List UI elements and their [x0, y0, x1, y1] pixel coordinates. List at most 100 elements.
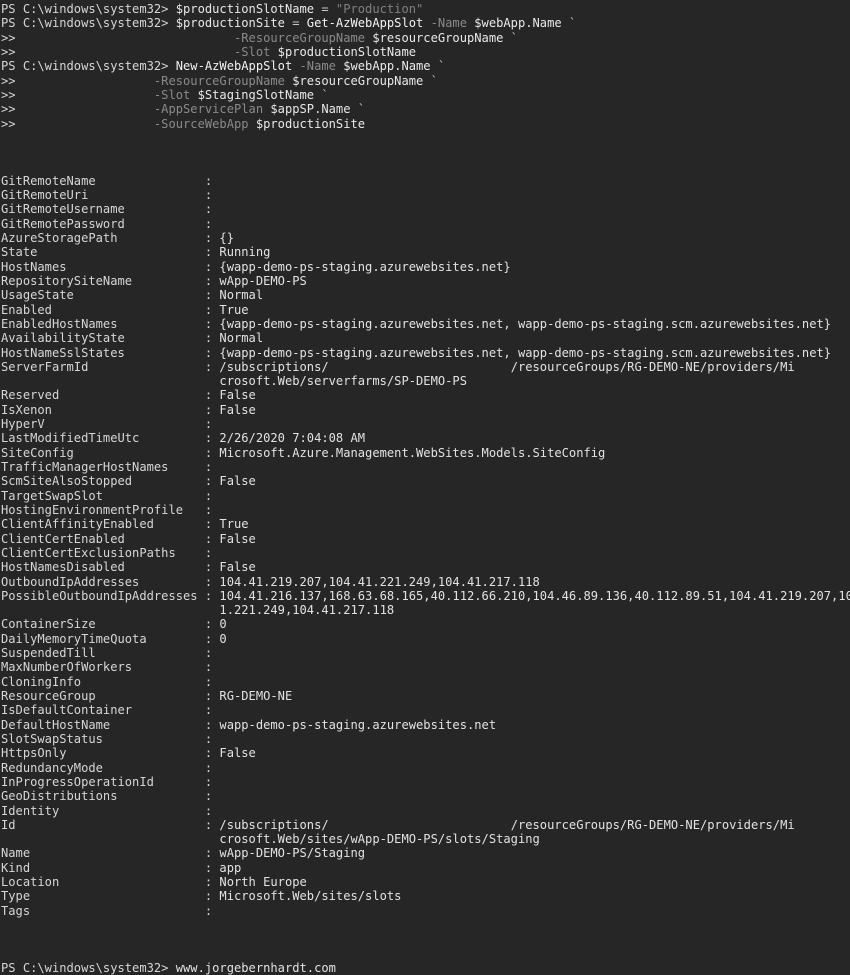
property-value: False [212, 402, 256, 417]
property-name: Identity [1, 803, 205, 818]
property-name: SlotSwapStatus [1, 731, 205, 746]
property-name: ContainerSize [1, 617, 205, 632]
property-colon: : [204, 660, 213, 675]
cmd-token-var: $StagingSlotName [190, 87, 315, 102]
property-line: SuspendedTill : [1, 646, 850, 660]
property-line: ClientAffinityEnabled : True [1, 517, 850, 531]
blank-line [1, 131, 850, 145]
property-value-tail: /resourceGroups/RG-DEMO-NE/providers/Mi [510, 817, 795, 832]
property-colon: : [204, 674, 213, 689]
continuation-line: >> -Slot $StagingSlotName ` [1, 88, 850, 102]
property-line: Type : Microsoft.Web/sites/slots [1, 889, 850, 903]
property-name: TrafficManagerHostNames [1, 460, 205, 474]
property-value: RG-DEMO-NE [212, 689, 293, 703]
property-name: TargetSwapSlot [1, 488, 205, 503]
property-value: Running [212, 245, 271, 260]
property-value: True [212, 302, 249, 317]
powershell-terminal[interactable]: PS C:\windows\system32> $productionSlotN… [0, 0, 850, 975]
property-colon: : [204, 202, 213, 217]
cmd-token-param: -AppServicePlan [153, 102, 264, 117]
property-line: RedundancyMode : [1, 761, 850, 775]
property-value: False [212, 746, 256, 761]
property-wrap-line: 1.221.249,104.41.217.118 [1, 603, 850, 617]
property-name: DailyMemoryTimeQuota [1, 631, 205, 646]
property-value: {wapp-demo-ps-staging.azurewebsites.net,… [212, 345, 832, 360]
property-name: SuspendedTill [1, 646, 205, 661]
property-value: wapp-demo-ps-staging.azurewebsites.net [212, 717, 497, 732]
cmd-token-param: -SourceWebApp [153, 116, 249, 131]
property-name: Name [1, 846, 205, 861]
final-prompt-text: www.jorgebernhardt.com [168, 960, 336, 975]
property-value: False [212, 388, 256, 403]
property-name: RedundancyMode [1, 760, 205, 775]
cmd-token-op: = [284, 16, 300, 31]
property-colon: : [204, 417, 213, 432]
property-line: SiteConfig : Microsoft.Azure.Management.… [1, 446, 850, 460]
property-name: LastModifiedTimeUtc [1, 431, 205, 446]
cmd-token-str: "Production" [328, 2, 424, 16]
property-colon: : [204, 789, 213, 804]
continuation-line: >> -ResourceGroupName $resourceGroupName… [1, 31, 850, 45]
property-name: HttpsOnly [1, 746, 205, 761]
property-name: AzureStoragePath [1, 231, 205, 245]
property-line: ServerFarmId : /subscriptions/ /resource… [1, 360, 850, 374]
continuation-line: >> -AppServicePlan $appSP.Name ` [1, 102, 850, 116]
property-value-tail: /resourceGroups/RG-DEMO-NE/providers/Mi [510, 359, 795, 374]
cmd-token-tick: ` [423, 73, 438, 88]
property-name: AvailabilityState [1, 331, 205, 346]
property-colon: : [204, 460, 213, 474]
property-name: HostNameSslStates [1, 345, 205, 360]
property-name: UsageState [1, 288, 205, 303]
property-value: False [212, 531, 256, 546]
final-prompt-line: PS C:\windows\system32> www.jorgebernhar… [1, 961, 850, 975]
property-line: Enabled : True [1, 303, 850, 317]
property-line: SlotSwapStatus : [1, 732, 850, 746]
property-value: 0 [212, 617, 227, 632]
continuation-line: >> -Slot $productionSlotName [1, 45, 850, 59]
property-name: InProgressOperationId [1, 774, 205, 789]
property-value: wApp-DEMO-PS [212, 273, 307, 288]
property-colon: : [204, 188, 213, 203]
cmd-token-tick: ` [314, 87, 329, 102]
command-line: PS C:\windows\system32> $productionSlotN… [1, 2, 850, 16]
property-value: {wapp-demo-ps-staging.azurewebsites.net,… [212, 316, 832, 331]
property-line: Kind : app [1, 861, 850, 875]
property-name: ResourceGroup [1, 689, 205, 703]
blank-spacer [1, 159, 8, 173]
property-name: CloningInfo [1, 674, 205, 689]
property-line: Reserved : False [1, 388, 850, 402]
property-line: GitRemoteUsername : [1, 202, 850, 216]
property-line: DailyMemoryTimeQuota : 0 [1, 632, 850, 646]
property-value: 0 [212, 631, 227, 646]
property-line: OutboundIpAddresses : 104.41.219.207,104… [1, 575, 850, 589]
continuation-prompt: >> [1, 102, 154, 117]
property-colon: : [204, 216, 213, 231]
property-name: PossibleOutboundIpAddresses [1, 588, 205, 603]
property-line: ScmSiteAlsoStopped : False [1, 474, 850, 488]
property-line: ClientCertEnabled : False [1, 532, 850, 546]
property-name: HostNamesDisabled [1, 560, 205, 575]
blank-spacer [1, 932, 8, 946]
cmd-token-var: $resourceGroupName [365, 30, 504, 45]
blank-line [1, 918, 850, 932]
cmd-token-var: $appSP.Name [263, 102, 351, 117]
property-line: DefaultHostName : wapp-demo-ps-staging.a… [1, 718, 850, 732]
property-name: OutboundIpAddresses [1, 574, 205, 589]
blank-line [1, 159, 850, 173]
property-line: UsageState : Normal [1, 288, 850, 302]
property-line: GitRemoteName : [1, 174, 850, 188]
property-value-gap [329, 818, 511, 832]
property-name: HostNames [1, 259, 205, 274]
cmd-token-var: $resourceGroupName [284, 73, 424, 88]
property-name: GitRemoteUsername [1, 202, 205, 217]
property-line: TrafficManagerHostNames : [1, 460, 850, 474]
cmd-token-var: $productionSlotName [168, 2, 315, 16]
property-colon: : [204, 173, 213, 188]
property-name: Id [1, 817, 205, 832]
property-name: GitRemoteName [1, 173, 205, 188]
property-line: HttpsOnly : False [1, 746, 850, 760]
property-colon: : [204, 545, 213, 560]
cmd-token-param: -ResourceGroupName [153, 73, 285, 88]
property-value: False [212, 560, 256, 575]
property-line: HostNamesDisabled : False [1, 560, 850, 574]
